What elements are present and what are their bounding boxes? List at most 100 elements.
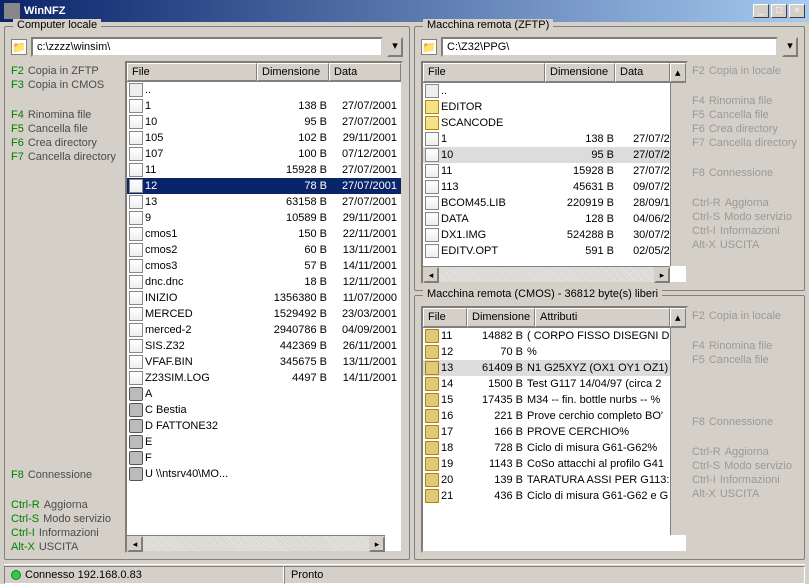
shortcut-item[interactable]: F4Rinomina file: [692, 95, 798, 107]
table-row[interactable]: SCANCODE: [423, 115, 686, 131]
table-row[interactable]: 141500 BTest G117 14/04/97 (circa 2: [423, 376, 686, 392]
table-row[interactable]: 1138 B27/07/2001: [127, 98, 401, 114]
col-date[interactable]: Data: [615, 63, 670, 82]
table-row[interactable]: SIS.Z32442369 B26/11/2001: [127, 338, 401, 354]
table-row[interactable]: 1138 B27/07/200: [423, 131, 686, 147]
col-scroll-up[interactable]: ▴: [670, 308, 686, 327]
table-row[interactable]: MERCED1529492 B23/03/2001: [127, 306, 401, 322]
shortcut-item[interactable]: F7Cancella directory: [692, 137, 798, 149]
table-row[interactable]: dnc.dnc18 B12/11/2001: [127, 274, 401, 290]
shortcut-item[interactable]: F5Cancella file: [692, 109, 798, 121]
table-row[interactable]: 107100 B07/12/2001: [127, 146, 401, 162]
shortcut-item[interactable]: F6Crea directory: [11, 137, 121, 149]
shortcut-item[interactable]: F7Cancella directory: [11, 151, 121, 163]
table-row[interactable]: INIZIO1356380 B11/07/2000: [127, 290, 401, 306]
shortcut-item[interactable]: F6Crea directory: [692, 123, 798, 135]
table-row[interactable]: 1278 B27/07/2001: [127, 178, 401, 194]
table-row[interactable]: ..: [423, 83, 686, 99]
scrollbar-v[interactable]: [670, 328, 686, 535]
shortcut-item[interactable]: Ctrl-RAggiorna: [11, 499, 121, 511]
scrollbar-h[interactable]: ◂ ▸: [127, 535, 385, 551]
col-dim[interactable]: Dimensione: [257, 63, 329, 81]
table-row[interactable]: 1517435 BM34 -- fin. bottle nurbs -- %: [423, 392, 686, 408]
shortcut-item[interactable]: Alt-XUSCITA: [11, 541, 121, 553]
table-row[interactable]: 1114882 B( CORPO FISSO DISEGNI D': [423, 328, 686, 344]
col-file[interactable]: File: [127, 63, 257, 81]
shortcut-item[interactable]: F2Copia in locale: [692, 310, 798, 322]
table-row[interactable]: 18728 BCiclo di misura G61-G62%: [423, 440, 686, 456]
table-row[interactable]: 11345631 B09/07/200: [423, 179, 686, 195]
col-scroll-up[interactable]: ▴: [670, 63, 686, 82]
maximize-button[interactable]: □: [771, 4, 787, 18]
local-path-input[interactable]: [31, 37, 383, 57]
table-row[interactable]: DATA128 B04/06/200: [423, 211, 686, 227]
shortcut-item[interactable]: F5Cancella file: [692, 354, 798, 366]
scrollbar-v[interactable]: [670, 83, 686, 266]
table-row[interactable]: U \\ntsrv40\MO...: [127, 466, 401, 482]
local-file-list[interactable]: File Dimensione Data ..1138 B27/07/20011…: [125, 61, 403, 553]
table-row[interactable]: 1095 B27/07/2001: [127, 114, 401, 130]
table-row[interactable]: 1361409 BN1 G25XYZ (OX1 OY1 OZ1): [423, 360, 686, 376]
table-row[interactable]: BCOM45.LIB220919 B28/09/198: [423, 195, 686, 211]
col-dim[interactable]: Dimensione: [545, 63, 615, 82]
col-file[interactable]: File: [423, 308, 467, 327]
table-row[interactable]: Z23SIM.LOG4497 B14/11/2001: [127, 370, 401, 386]
scroll-track[interactable]: [439, 267, 654, 282]
table-row[interactable]: EDITOR: [423, 99, 686, 115]
shortcut-item[interactable]: Ctrl-RAggiorna: [692, 446, 798, 458]
table-row[interactable]: 1115928 B27/07/200: [423, 163, 686, 179]
table-row[interactable]: merced-22940786 B04/09/2001: [127, 322, 401, 338]
table-row[interactable]: 21436 BCiclo di misura G61-G62 e G: [423, 488, 686, 504]
cmos-file-list[interactable]: File Dimensione Attributi ▴ 1114882 B( C…: [421, 306, 688, 553]
col-attr[interactable]: Attributi: [535, 308, 670, 327]
table-row[interactable]: 17166 BPROVE CERCHIO%: [423, 424, 686, 440]
table-row[interactable]: EDITV.OPT591 B02/05/200: [423, 243, 686, 259]
shortcut-item[interactable]: F5Cancella file: [11, 123, 121, 135]
shortcut-item[interactable]: F4Rinomina file: [692, 340, 798, 352]
table-row[interactable]: cmos260 B13/11/2001: [127, 242, 401, 258]
shortcut-item[interactable]: Ctrl-IInformazioni: [11, 527, 121, 539]
table-row[interactable]: 191143 BCoSo attacchi al profilo G41: [423, 456, 686, 472]
shortcut-item[interactable]: Ctrl-RAggiorna: [692, 197, 798, 209]
shortcut-item[interactable]: Ctrl-SModo servizio: [692, 211, 798, 223]
table-row[interactable]: 910589 B29/11/2001: [127, 210, 401, 226]
scroll-track[interactable]: [143, 536, 369, 551]
scroll-left-button[interactable]: ◂: [127, 536, 143, 552]
table-row[interactable]: cmos357 B14/11/2001: [127, 258, 401, 274]
shortcut-item[interactable]: F2Copia in ZFTP: [11, 65, 121, 77]
table-row[interactable]: E: [127, 434, 401, 450]
zftp-file-list[interactable]: File Dimensione Data ▴ ..EDITORSCANCODE1…: [421, 61, 688, 284]
shortcut-item[interactable]: Ctrl-SModo servizio: [11, 513, 121, 525]
table-row[interactable]: cmos1150 B22/11/2001: [127, 226, 401, 242]
shortcut-item[interactable]: Ctrl-IInformazioni: [692, 474, 798, 486]
col-date[interactable]: Data: [329, 63, 401, 81]
shortcut-item[interactable]: F8Connessione: [692, 167, 798, 179]
col-file[interactable]: File: [423, 63, 545, 82]
shortcut-item[interactable]: Ctrl-SModo servizio: [692, 460, 798, 472]
table-row[interactable]: F: [127, 450, 401, 466]
shortcut-item[interactable]: Ctrl-IInformazioni: [692, 225, 798, 237]
shortcut-item[interactable]: F4Rinomina file: [11, 109, 121, 121]
scroll-right-button[interactable]: ▸: [369, 536, 385, 552]
scrollbar-h[interactable]: ◂ ▸: [423, 266, 670, 282]
minimize-button[interactable]: _: [753, 4, 769, 18]
table-row[interactable]: VFAF.BIN345675 B13/11/2001: [127, 354, 401, 370]
table-row[interactable]: 105102 B29/11/2001: [127, 130, 401, 146]
col-dim[interactable]: Dimensione: [467, 308, 535, 327]
zftp-path-input[interactable]: [441, 37, 778, 57]
table-row[interactable]: C Bestia: [127, 402, 401, 418]
table-row[interactable]: DX1.IMG524288 B30/07/200: [423, 227, 686, 243]
table-row[interactable]: A: [127, 386, 401, 402]
table-row[interactable]: 20139 BTARATURA ASSI PER G113:: [423, 472, 686, 488]
table-row[interactable]: ..: [127, 82, 401, 98]
shortcut-item[interactable]: F3Copia in CMOS: [11, 79, 121, 91]
table-row[interactable]: 1363158 B27/07/2001: [127, 194, 401, 210]
table-row[interactable]: 1095 B27/07/200: [423, 147, 686, 163]
dropdown-button[interactable]: ▾: [782, 37, 798, 57]
shortcut-item[interactable]: Alt-XUSCITA: [692, 488, 798, 500]
shortcut-item[interactable]: F8Connessione: [11, 469, 121, 481]
table-row[interactable]: D FATTONE32: [127, 418, 401, 434]
shortcut-item[interactable]: Alt-XUSCITA: [692, 239, 798, 251]
shortcut-item[interactable]: F2Copia in locale: [692, 65, 798, 77]
shortcut-item[interactable]: F8Connessione: [692, 416, 798, 428]
